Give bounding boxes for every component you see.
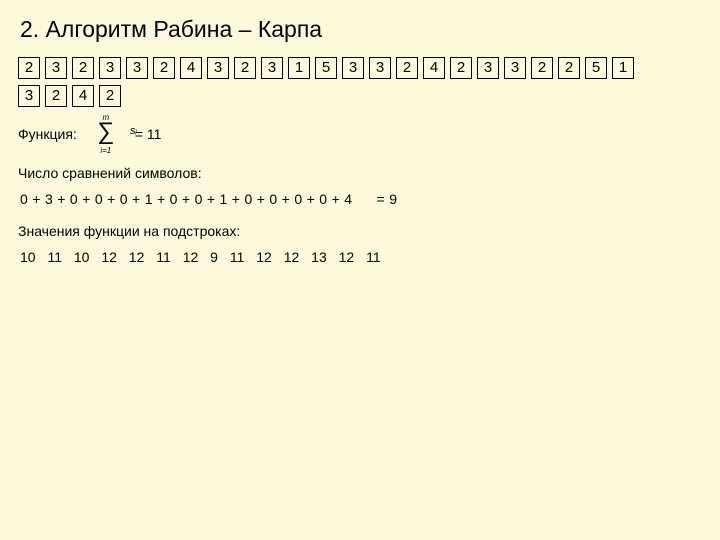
text-cell: 5 <box>585 57 607 79</box>
text-cell: 3 <box>342 57 364 79</box>
text-cell: 2 <box>396 57 418 79</box>
text-cell: 3 <box>477 57 499 79</box>
sigma-upper: m <box>89 113 123 122</box>
comparisons-expression: 0 + 3 + 0 + 0 + 0 + 1 + 0 + 0 + 1 + 0 + … <box>20 191 352 207</box>
function-line: Функция: m ∑ i=1 sᵢ = 11 <box>18 117 702 151</box>
text-cell: 4 <box>423 57 445 79</box>
text-cell: 2 <box>558 57 580 79</box>
substring-values-label: Значения функции на подстроках: <box>18 223 702 239</box>
sigma-lower: i=1 <box>89 146 123 155</box>
pattern-cell: 4 <box>72 85 94 107</box>
text-cell: 2 <box>18 57 40 79</box>
text-cell: 2 <box>234 57 256 79</box>
text-cell: 3 <box>45 57 67 79</box>
text-cell: 2 <box>153 57 175 79</box>
pattern-cell: 2 <box>99 85 121 107</box>
sigma-symbol: ∑ <box>97 118 114 145</box>
comparisons-label: Число сравнений символов: <box>18 165 702 181</box>
sigma-icon: m ∑ i=1 sᵢ <box>89 117 123 151</box>
substring-values: 10 11 10 12 12 11 12 9 11 12 12 13 12 11 <box>20 249 702 265</box>
function-label: Функция: <box>18 126 77 142</box>
text-cell: 3 <box>207 57 229 79</box>
page-title: 2. Алгоритм Рабина – Карпа <box>20 16 702 43</box>
text-cell: 2 <box>72 57 94 79</box>
text-cell: 4 <box>180 57 202 79</box>
text-string-row: 23233243231533242332251 <box>18 57 702 79</box>
pattern-cell: 2 <box>45 85 67 107</box>
text-cell: 3 <box>504 57 526 79</box>
text-cell: 3 <box>99 57 121 79</box>
text-cell: 3 <box>126 57 148 79</box>
sigma-term: sᵢ <box>130 125 137 137</box>
text-cell: 1 <box>612 57 634 79</box>
pattern-cell: 3 <box>18 85 40 107</box>
function-value: = 11 <box>135 126 162 142</box>
comparisons-expression-line: 0 + 3 + 0 + 0 + 0 + 1 + 0 + 0 + 1 + 0 + … <box>20 191 702 207</box>
text-cell: 1 <box>288 57 310 79</box>
text-cell: 2 <box>531 57 553 79</box>
text-cell: 2 <box>450 57 472 79</box>
text-cell: 3 <box>369 57 391 79</box>
text-cell: 5 <box>315 57 337 79</box>
comparisons-result: = 9 <box>377 191 398 207</box>
pattern-string-row: 3242 <box>18 85 702 107</box>
slide-page: 2. Алгоритм Рабина – Карпа 2323324323153… <box>0 0 720 277</box>
text-cell: 3 <box>261 57 283 79</box>
